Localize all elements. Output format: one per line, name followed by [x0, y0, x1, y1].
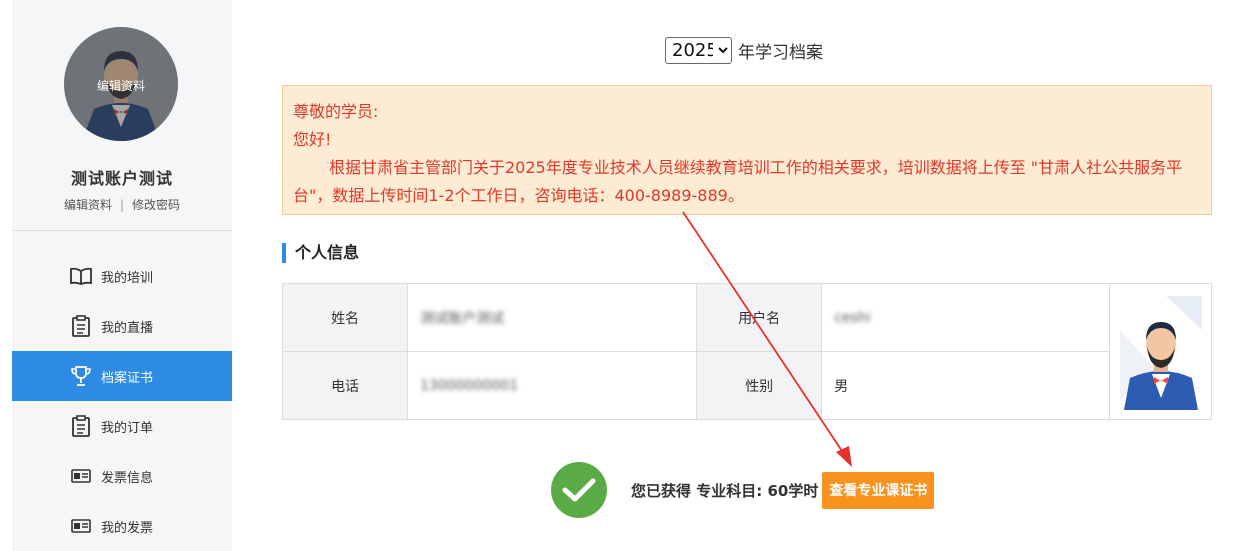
- notice-box: 尊敬的学员: 您好! 根据甘肃省主管部门关于2025年度专业技术人员继续教育培训…: [282, 85, 1212, 215]
- sidebar-item-invoice-info[interactable]: 发票信息: [12, 451, 232, 501]
- sidebar: 编辑资料 测试账户测试 编辑资料 | 修改密码 我的培训 我的直播 档案证书 我…: [12, 0, 232, 551]
- invoice-card-icon: [70, 465, 92, 487]
- sidebar-item-label: 我的发票: [101, 520, 154, 536]
- sidebar-item-label: 我的订单: [101, 420, 154, 436]
- link-separator: |: [119, 198, 125, 212]
- notice-greeting: 尊敬的学员:: [293, 102, 379, 121]
- sidebar-item-label: 档案证书: [101, 370, 154, 386]
- sidebar-item-my-orders[interactable]: 我的订单: [12, 401, 232, 451]
- check-icon: [551, 462, 607, 518]
- view-certificate-button[interactable]: 查看专业课证书: [822, 471, 935, 509]
- phone-label: 电话: [281, 351, 409, 420]
- sidebar-item-my-live[interactable]: 我的直播: [12, 301, 232, 351]
- sidebar-divider: [12, 230, 232, 231]
- name-value: 测试账户测试: [407, 283, 698, 352]
- name-value-text: 测试账户测试: [420, 310, 505, 327]
- notice-hello: 您好!: [293, 130, 332, 149]
- phone-value-text: 13000000001: [420, 377, 519, 394]
- username-value: ceshi: [821, 283, 1111, 352]
- sidebar-menu: 我的培训 我的直播 档案证书 我的订单 发票信息 我的发票: [12, 251, 232, 551]
- clipboard-icon: [70, 315, 92, 337]
- section-title: 个人信息: [282, 243, 359, 263]
- change-password-link[interactable]: 修改密码: [132, 198, 180, 212]
- table-row: 电话 13000000001 性别 男: [281, 351, 1212, 420]
- username-value-text: ceshi: [834, 309, 871, 326]
- user-links: 编辑资料 | 修改密码: [12, 196, 232, 213]
- sidebar-item-label: 我的直播: [101, 320, 154, 336]
- book-icon: [70, 265, 92, 287]
- sidebar-item-label: 发票信息: [101, 470, 154, 486]
- username-label: 用户名: [696, 283, 823, 352]
- year-select[interactable]: 2025: [665, 37, 732, 64]
- sidebar-item-my-invoices[interactable]: 我的发票: [12, 501, 232, 551]
- achievement-text: 您已获得 专业科目: 60学时: [631, 481, 819, 500]
- avatar-edit-label[interactable]: 编辑资料: [64, 77, 178, 94]
- personal-info-table: 姓名 测试账户测试 用户名 ceshi 电话 13000000001 性别 男: [281, 283, 1212, 420]
- invoice-card-icon: [70, 515, 92, 537]
- profile-person-icon: [1119, 295, 1202, 410]
- sidebar-item-archive-certificates[interactable]: 档案证书: [12, 351, 232, 401]
- username: 测试账户测试: [70, 169, 173, 188]
- year-row: 2025 年学习档案: [665, 37, 823, 64]
- edit-profile-link[interactable]: 编辑资料: [64, 198, 112, 212]
- achievement-row: 您已获得 专业科目: 60学时 查看专业课证书: [551, 462, 935, 518]
- table-row: 姓名 测试账户测试 用户名 ceshi: [281, 283, 1212, 420]
- sidebar-item-label: 我的培训: [101, 270, 154, 286]
- notice-body: 根据甘肃省主管部门关于2025年度专业技术人员继续教育培训工作的相关要求，培训数…: [293, 158, 1183, 205]
- year-suffix: 年学习档案: [738, 43, 823, 63]
- gender-value: 男: [821, 351, 1111, 420]
- clipboard-icon: [70, 415, 92, 437]
- profile-photo: [1109, 283, 1212, 420]
- avatar[interactable]: 编辑资料: [64, 27, 178, 141]
- trophy-icon: [70, 365, 92, 387]
- sidebar-item-my-training[interactable]: 我的培训: [12, 251, 232, 301]
- phone-value: 13000000001: [407, 351, 698, 420]
- gender-label: 性别: [696, 351, 823, 420]
- name-label: 姓名: [281, 283, 409, 352]
